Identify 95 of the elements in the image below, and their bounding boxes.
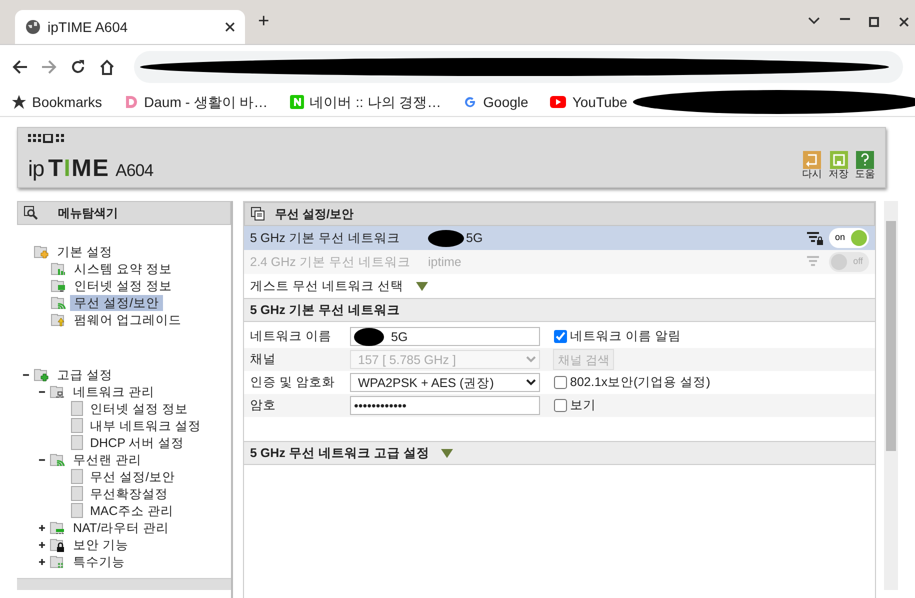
pages-icon xyxy=(251,207,265,221)
field-label: 암호 xyxy=(250,397,277,414)
checkbox[interactable] xyxy=(554,399,567,412)
menu-item[interactable]: 네트워크 관리 xyxy=(69,384,158,400)
folder-plus-icon xyxy=(34,367,50,382)
menu-item[interactable]: NAT/라우터 관리 xyxy=(69,520,174,536)
menu-item[interactable]: 무선확장설정 xyxy=(86,486,172,502)
menu-item[interactable]: 내부 네트워크 설정 xyxy=(86,418,205,434)
page-icon xyxy=(71,401,83,416)
upload-arrow-icon xyxy=(51,312,67,327)
menu-item[interactable]: 무선랜 관리 xyxy=(69,452,146,468)
page-icon xyxy=(71,503,83,518)
menu-item[interactable]: 특수기능 xyxy=(69,554,129,570)
expand-icon[interactable] xyxy=(37,556,47,566)
menu-title: 메뉴탐색기 xyxy=(17,201,231,225)
letter-logo-icon xyxy=(463,95,478,109)
section-heading: 5 GHz 기본 무선 네트워크 xyxy=(250,302,400,319)
expand-icon[interactable] xyxy=(37,540,47,550)
checkbox-label[interactable]: 보기 xyxy=(570,396,596,416)
menu-item[interactable]: 인터넷 설정 정보 xyxy=(70,278,176,294)
menu-item[interactable]: DHCP 서버 설정 xyxy=(86,434,188,450)
wifi-icon xyxy=(50,452,66,467)
play-logo-icon xyxy=(550,96,566,108)
network-row[interactable]: 5 GHz 기본 무선 네트워크 5G on xyxy=(244,226,875,250)
new-tab-button[interactable]: + xyxy=(258,12,270,32)
checkbox[interactable] xyxy=(554,330,567,344)
menu-item[interactable]: 무선 설정/보안 xyxy=(86,468,179,484)
field-label: 네트워크 이름 xyxy=(250,328,332,346)
bookmark-link[interactable]: YouTube xyxy=(572,92,628,112)
menu-item[interactable]: 시스템 요약 정보 xyxy=(70,260,176,276)
network-icon xyxy=(50,384,66,399)
menu-item[interactable]: 기본 설정 xyxy=(53,244,116,260)
checkbox-label[interactable]: 802.1x보안(기업용 설정) xyxy=(570,373,710,392)
bookmark-link[interactable]: 네이버 :: 나의 경쟁… xyxy=(310,92,442,112)
letter-logo-icon xyxy=(290,95,304,109)
monitor-icon xyxy=(51,278,67,293)
close-window-icon[interactable] xyxy=(898,17,908,27)
lock-icon xyxy=(50,537,66,552)
page-icon xyxy=(71,486,83,501)
bookmark-link[interactable]: Google xyxy=(483,92,528,112)
page-icon xyxy=(71,469,83,484)
minimize-icon[interactable] xyxy=(840,17,850,21)
ssid-text: iptime xyxy=(428,254,462,271)
bookmark-link[interactable]: Daum - 생활이 바… xyxy=(144,92,268,112)
field-label: 인증 및 암호화 xyxy=(250,374,336,392)
maximize-icon[interactable] xyxy=(869,17,879,27)
password-field[interactable]: •••••••••••• xyxy=(350,396,540,416)
letter-logo-icon xyxy=(124,95,138,109)
undo-button[interactable]: 다시 xyxy=(802,151,822,181)
field-label: 채널 xyxy=(250,351,277,368)
page-icon xyxy=(71,435,83,450)
menu-item[interactable]: 펌웨어 업그레이드 xyxy=(70,312,186,328)
bar-chart-icon xyxy=(51,261,67,276)
menu-item[interactable]: MAC주소 관리 xyxy=(86,502,178,518)
close-icon[interactable] xyxy=(225,22,235,32)
select-field[interactable]: WPA2PSK + AES (권장) xyxy=(350,373,540,392)
folder-plus-icon xyxy=(34,244,50,259)
section-title: 무선 설정/보안 xyxy=(244,202,875,226)
logo: ipTIME A604 xyxy=(28,157,154,181)
question-icon xyxy=(856,151,874,169)
back-icon[interactable] xyxy=(12,58,28,74)
menu-item[interactable]: 보안 기능 xyxy=(69,536,132,552)
bookmark-link[interactable]: Bookmarks xyxy=(32,92,102,112)
guest-network-label[interactable]: 게스트 무선 네트워크 선택 xyxy=(250,276,404,296)
ssid-text: 5G xyxy=(466,230,483,247)
scrollbar[interactable] xyxy=(17,578,231,590)
globe-icon xyxy=(25,19,41,35)
toggle-switch[interactable]: on xyxy=(829,228,869,248)
scrollbar[interactable] xyxy=(884,201,898,590)
help-button[interactable]: 도움 xyxy=(855,151,875,181)
search-icon xyxy=(24,206,38,220)
wifi-icon xyxy=(51,295,67,310)
network-label: 2.4 GHz 기본 무선 네트워크 xyxy=(250,254,412,271)
forward-icon[interactable] xyxy=(41,58,57,74)
home-icon[interactable] xyxy=(99,58,115,74)
page-icon xyxy=(71,418,83,433)
expand-triangle-icon[interactable] xyxy=(441,448,454,458)
browser-tab[interactable]: ipTIME A604 xyxy=(15,10,245,44)
reload-icon[interactable] xyxy=(70,58,86,74)
checkbox[interactable] xyxy=(554,376,567,390)
star-icon xyxy=(12,95,26,109)
router-icon xyxy=(50,520,66,535)
menu-item[interactable]: 고급 설정 xyxy=(53,366,116,382)
network-label: 5 GHz 기본 무선 네트워크 xyxy=(250,230,401,247)
expand-triangle-icon[interactable] xyxy=(416,282,428,290)
address-field[interactable] xyxy=(134,50,903,82)
expand-icon[interactable] xyxy=(37,522,47,532)
checkbox-label[interactable]: 네트워크 이름 알림 xyxy=(570,327,681,346)
menu-item[interactable]: 무선 설정/보안 xyxy=(70,294,163,310)
floppy-icon xyxy=(830,151,848,169)
grid-icon xyxy=(50,554,66,569)
redaction-mark xyxy=(428,230,464,246)
menu-item[interactable]: 인터넷 설정 정보 xyxy=(86,400,192,416)
chevron-down-icon[interactable] xyxy=(808,17,820,25)
save-button[interactable]: 저장 xyxy=(828,151,848,181)
